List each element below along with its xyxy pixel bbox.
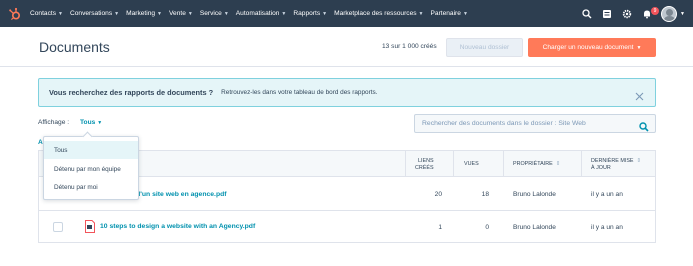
nav-label: Vente <box>169 10 186 17</box>
nav-label: Contacts <box>30 10 57 17</box>
search-icon[interactable] <box>639 119 649 132</box>
nav-service[interactable]: Service ▼ <box>200 10 229 17</box>
column-header-updated[interactable]: DERNIÈRE MISE ⇕ À JOUR <box>591 158 641 172</box>
column-header-owner[interactable]: PROPRIÉTAIRE ⇕ <box>513 161 560 168</box>
chevron-down-icon: ▼ <box>418 10 424 17</box>
table-row: 10 steps to design a website with an Age… <box>39 211 655 244</box>
chevron-down-icon: ▼ <box>636 44 642 51</box>
header-text: À JOUR <box>591 165 611 171</box>
row-checkbox[interactable] <box>53 222 63 232</box>
owner-value: Bruno Lalonde <box>513 224 556 231</box>
nav-contacts[interactable]: Contacts ▼ <box>30 10 63 17</box>
nav-utilities: ▼ <box>581 0 685 27</box>
chevron-down-icon: ▼ <box>97 120 103 126</box>
nav-label: Service <box>199 10 222 17</box>
option-label: Détenu par moi <box>54 183 98 191</box>
page-header: Documents 13 sur 1 000 créés Nouveau dos… <box>0 27 693 67</box>
top-navigation: Contacts ▼ Conversations ▼ Marketing ▼ Vent… <box>0 0 693 27</box>
dropdown-option-me[interactable]: Détenu par moi <box>44 178 138 196</box>
notification-badge: 9 <box>651 7 659 15</box>
option-label: Tous <box>54 146 68 154</box>
avatar[interactable] <box>661 5 678 22</box>
upload-label: Charger un nouveau document <box>542 44 634 51</box>
column-divider <box>503 151 504 177</box>
nav-vente[interactable]: Vente ▼ <box>169 10 193 17</box>
nav-conversations[interactable]: Conversations ▼ <box>70 10 119 17</box>
chevron-down-icon: ▼ <box>58 10 63 17</box>
dropdown-option-all[interactable]: Tous <box>44 141 138 159</box>
header-text: CRÉÉS <box>415 165 434 171</box>
chevron-down-icon: ▼ <box>187 10 193 17</box>
owner-value: Bruno Lalonde <box>513 191 556 198</box>
nav-label: Automatisation <box>235 10 280 17</box>
view-filter-select[interactable]: Tous ▼ <box>80 119 102 126</box>
nav-label: Partenaire <box>430 10 461 17</box>
hubspot-logo[interactable] <box>4 0 26 27</box>
pdf-file-icon <box>85 220 95 233</box>
banner-title: Vous recherchez des rapports de document… <box>49 88 214 97</box>
upload-document-button[interactable]: Charger un nouveau document ▼ <box>528 38 656 57</box>
reports-banner: Vous recherchez des rapports de document… <box>38 78 656 107</box>
column-header-links[interactable]: LIENS CRÉÉS <box>415 158 434 172</box>
new-folder-label: Nouveau dossier <box>459 44 510 51</box>
column-divider <box>405 151 406 177</box>
nav-label: Marketplace des ressources <box>334 10 417 17</box>
banner-text: Retrouvez-les dans votre tableau de bord… <box>221 89 378 96</box>
view-filter-label: Affichage : <box>38 119 70 126</box>
marketplace-icon[interactable] <box>601 8 613 20</box>
nav-automatisation[interactable]: Automatisation ▼ <box>236 10 287 17</box>
close-icon[interactable] <box>635 88 644 101</box>
header-text: PROPRIÉTAIRE <box>513 161 553 167</box>
column-header-views[interactable]: VUES <box>464 161 479 168</box>
views-value: 18 <box>481 191 489 198</box>
nav-marketing[interactable]: Marketing ▼ <box>126 10 162 17</box>
nav-label: Rapports <box>293 10 321 17</box>
new-folder-button[interactable]: Nouveau dossier <box>446 38 523 57</box>
links-created-value: 20 <box>434 191 442 198</box>
search-icon[interactable] <box>581 8 593 20</box>
chevron-down-icon: ▼ <box>462 10 468 17</box>
chevron-down-icon[interactable]: ▼ <box>680 11 685 17</box>
chevron-down-icon: ▼ <box>281 10 287 17</box>
header-text: VUES <box>464 161 479 167</box>
document-link[interactable]: 10 steps to design a website with an Age… <box>100 223 255 230</box>
column-divider <box>581 151 582 177</box>
search-placeholder: Rechercher des documents dans le dossier… <box>422 120 586 127</box>
sort-icon[interactable]: ⇕ <box>637 158 642 164</box>
sort-icon[interactable]: ⇕ <box>556 161 561 167</box>
view-filter-value: Tous <box>80 119 96 126</box>
nav-label: Conversations <box>69 10 113 17</box>
nav-partenaire[interactable]: Partenaire ▼ <box>431 10 468 17</box>
nav-marketplace[interactable]: Marketplace des ressources ▼ <box>334 10 423 17</box>
search-input[interactable]: Rechercher des documents dans le dossier… <box>414 114 656 133</box>
chevron-down-icon: ▼ <box>157 10 162 17</box>
page-title: Documents <box>39 39 110 55</box>
header-text: LIENS <box>417 158 434 164</box>
dropdown-option-team[interactable]: Détenu par mon équipe <box>44 160 138 178</box>
nav-rapports[interactable]: Rapports ▼ <box>293 10 327 17</box>
links-created-value: 1 <box>438 224 442 231</box>
updated-value: il y a un an <box>591 224 623 231</box>
views-value: 0 <box>485 224 489 231</box>
chevron-down-icon: ▼ <box>114 10 120 17</box>
nav-label: Marketing <box>126 10 156 17</box>
option-label: Détenu par mon équipe <box>54 165 121 173</box>
settings-icon[interactable] <box>621 8 633 20</box>
documents-count: 13 sur 1 000 créés <box>382 43 437 50</box>
chevron-down-icon: ▼ <box>322 10 328 17</box>
updated-value: il y a un an <box>591 191 623 198</box>
view-filter-dropdown: Tous Détenu par mon équipe Détenu par mo… <box>43 136 139 200</box>
column-divider <box>453 151 454 177</box>
header-text: DERNIÈRE MISE <box>591 158 634 164</box>
chevron-down-icon: ▼ <box>223 10 229 17</box>
